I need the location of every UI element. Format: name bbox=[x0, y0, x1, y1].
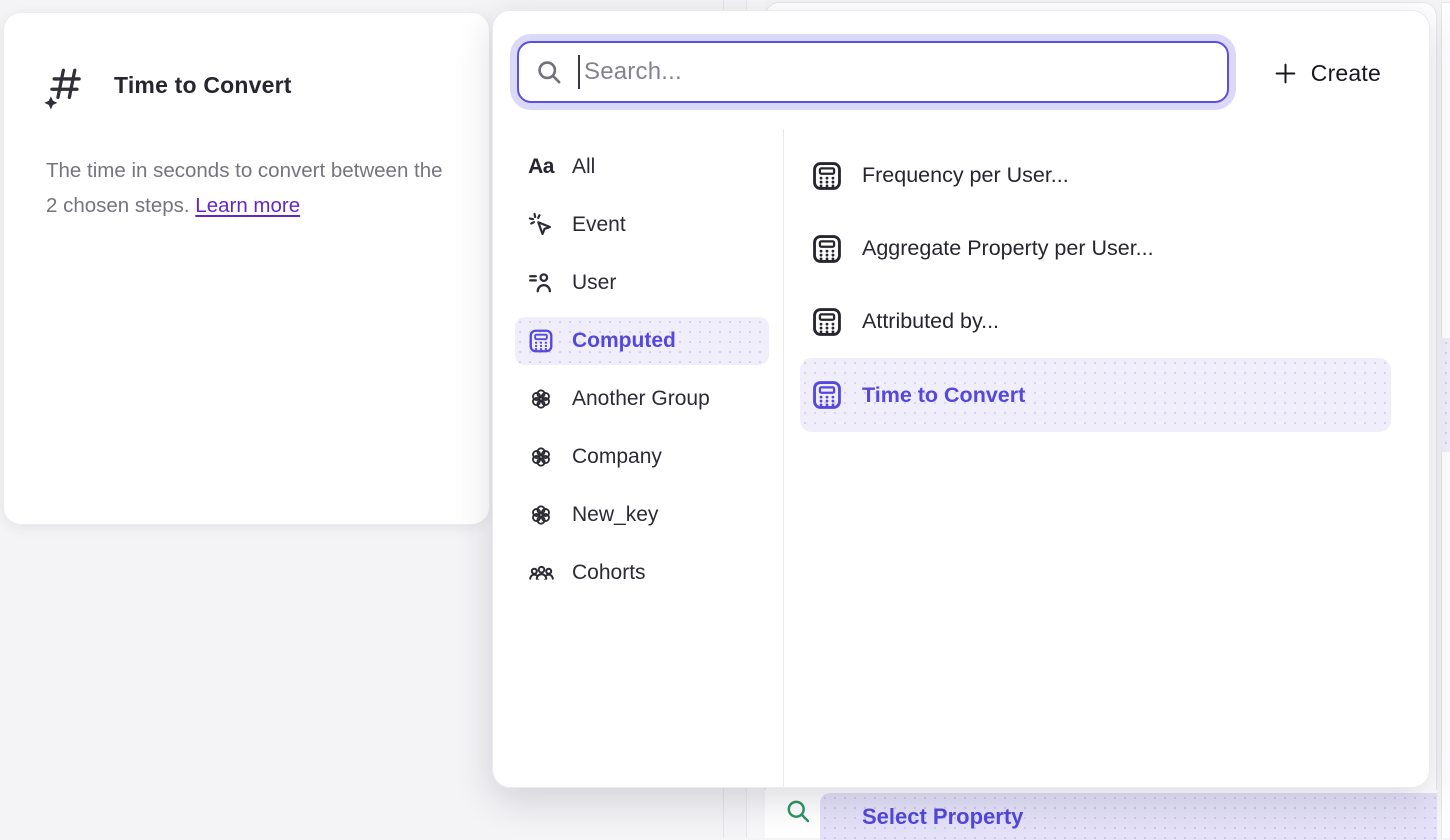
calculator-icon bbox=[527, 327, 555, 355]
tooltip-title: Time to Convert bbox=[114, 72, 292, 99]
sidebar-item-label: Event bbox=[572, 213, 626, 237]
sidebar-item-label: Company bbox=[572, 445, 662, 469]
result-item-aggregate-property-per-user[interactable]: Aggregate Property per User... bbox=[800, 224, 1391, 273]
text-cursor bbox=[578, 55, 580, 89]
sidebar-item-new-key[interactable]: New_key bbox=[515, 491, 769, 539]
sidebar-item-event[interactable]: Event bbox=[515, 201, 769, 249]
select-property-field[interactable]: Select Property bbox=[820, 793, 1437, 840]
learn-more-link[interactable]: Learn more bbox=[195, 194, 300, 217]
cohorts-icon bbox=[527, 560, 555, 587]
search-input[interactable]: Search... bbox=[517, 41, 1229, 103]
search-placeholder: Search... bbox=[584, 58, 682, 86]
create-button[interactable]: Create bbox=[1273, 55, 1381, 91]
user-icon bbox=[527, 270, 555, 296]
sidebar-item-cohorts[interactable]: Cohorts bbox=[515, 549, 769, 597]
result-item-time-to-convert[interactable]: Time to Convert bbox=[800, 358, 1391, 432]
sidebar-item-company[interactable]: Company bbox=[515, 433, 769, 481]
category-sidebar: Aa All Event bbox=[493, 129, 784, 787]
cursor-click-icon bbox=[527, 212, 555, 238]
sidebar-item-user[interactable]: User bbox=[515, 259, 769, 307]
calculator-icon bbox=[810, 159, 844, 193]
property-picker-panel: Search... Create Aa All bbox=[492, 10, 1430, 788]
result-item-label: Time to Convert bbox=[862, 383, 1025, 408]
select-property-row: Select Property bbox=[765, 790, 1437, 838]
text-format-icon: Aa bbox=[527, 155, 555, 179]
result-item-label: Aggregate Property per User... bbox=[862, 236, 1154, 261]
select-property-label: Select Property bbox=[862, 804, 1023, 830]
result-item-label: Frequency per User... bbox=[862, 163, 1069, 188]
sidebar-item-label: User bbox=[572, 271, 616, 295]
calculator-icon bbox=[810, 232, 844, 266]
result-item-attributed-by[interactable]: Attributed by... bbox=[800, 297, 1391, 346]
calculator-icon bbox=[810, 305, 844, 339]
result-item-frequency-per-user[interactable]: Frequency per User... bbox=[800, 151, 1391, 200]
calculator-icon bbox=[810, 378, 844, 412]
sidebar-item-all[interactable]: Aa All bbox=[515, 143, 769, 191]
background-selected-row-sliver bbox=[1441, 338, 1450, 452]
group-icon bbox=[527, 386, 555, 412]
search-icon bbox=[536, 59, 563, 86]
sidebar-item-label: All bbox=[572, 155, 595, 179]
create-button-label: Create bbox=[1311, 60, 1381, 87]
group-icon bbox=[527, 502, 555, 528]
tooltip-description: The time in seconds to convert between t… bbox=[46, 153, 444, 223]
metric-tooltip-card: Time to Convert The time in seconds to c… bbox=[3, 12, 490, 525]
sidebar-item-label: Another Group bbox=[572, 387, 710, 411]
sidebar-item-another-group[interactable]: Another Group bbox=[515, 375, 769, 423]
search-icon bbox=[785, 798, 812, 825]
picker-body: Aa All Event bbox=[493, 129, 1429, 787]
result-item-label: Attributed by... bbox=[862, 309, 999, 334]
sidebar-item-label: Computed bbox=[572, 329, 676, 353]
numeric-property-icon bbox=[43, 61, 87, 111]
sidebar-item-label: Cohorts bbox=[572, 561, 646, 585]
sidebar-item-computed[interactable]: Computed bbox=[515, 317, 769, 365]
plus-icon bbox=[1273, 61, 1298, 86]
results-list: Frequency per User... Aggregate Property bbox=[784, 129, 1429, 787]
group-icon bbox=[527, 444, 555, 470]
sidebar-item-label: New_key bbox=[572, 503, 658, 527]
